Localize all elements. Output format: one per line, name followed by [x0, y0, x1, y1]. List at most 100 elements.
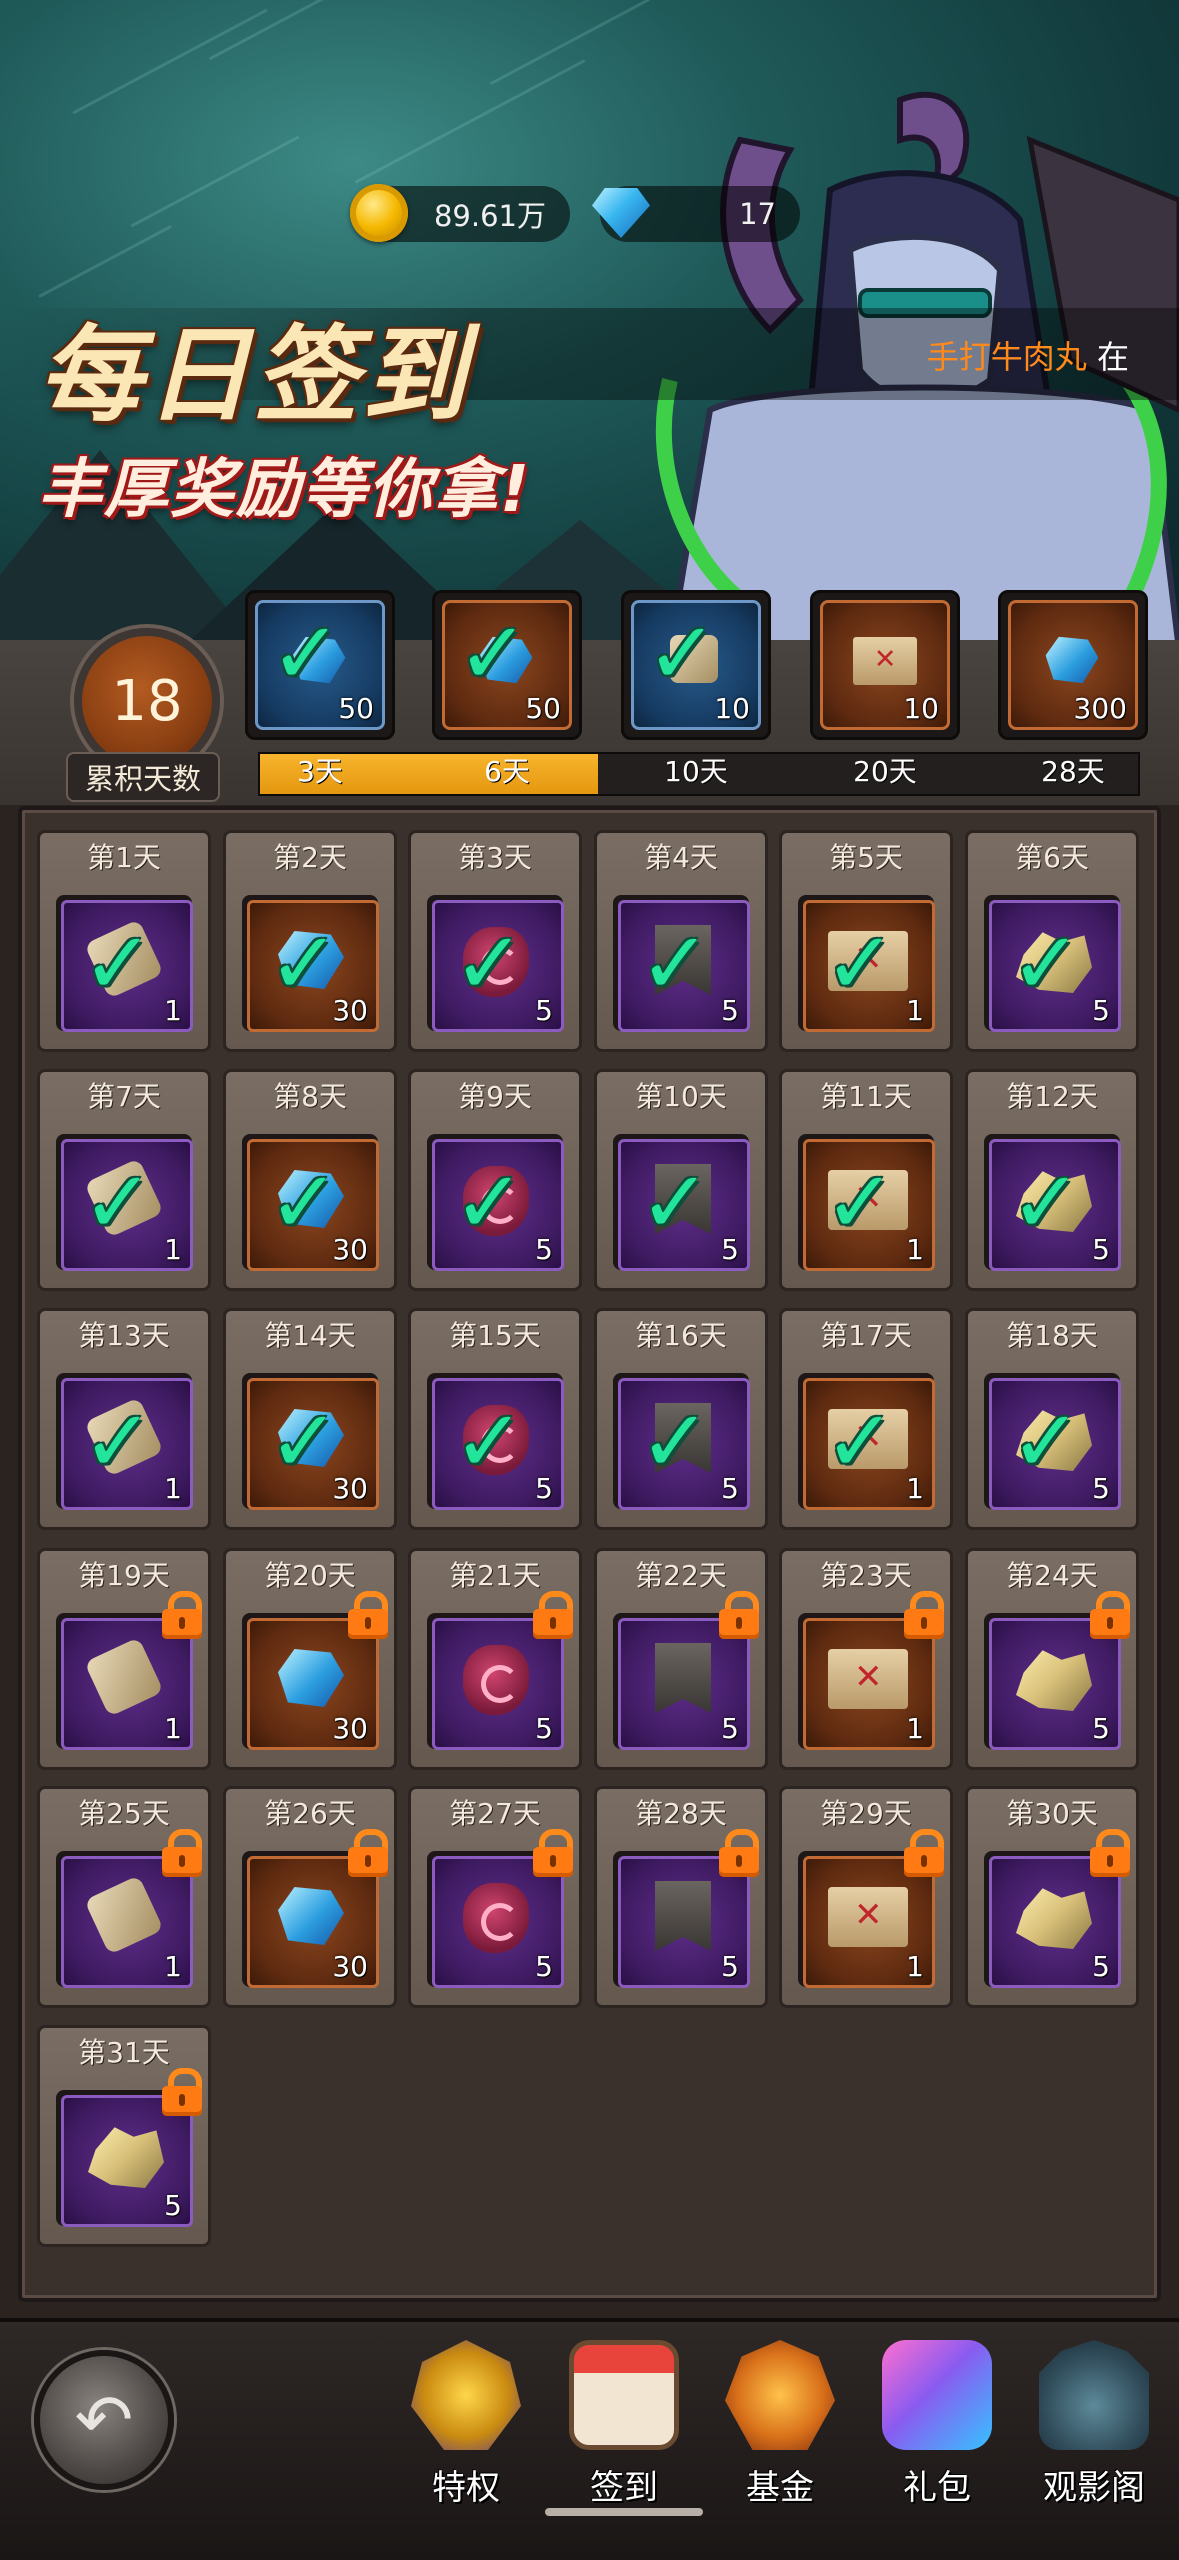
day-label: 第2天	[273, 841, 347, 874]
lock-icon	[902, 1829, 946, 1877]
reward-frame: ✓1	[803, 1139, 935, 1271]
claimed-check-icon: ✓	[453, 1392, 526, 1492]
reward-quantity: 5	[535, 1950, 553, 1983]
claimed-check-icon: ✓	[82, 1153, 155, 1253]
lock-icon	[902, 1591, 946, 1639]
page-title: 每日签到	[38, 314, 471, 436]
reward-quantity: 5	[721, 994, 739, 1027]
reward-slot: ✓1	[56, 1373, 193, 1510]
gem-amount: 17	[739, 197, 776, 231]
signin-day-card[interactable]: 第5天✓1	[779, 830, 953, 1052]
day-label: 第8天	[273, 1080, 347, 1113]
signin-day-card[interactable]: 第20天 30	[223, 1548, 397, 1770]
signin-day-card[interactable]: 第15天 ✓ 5	[408, 1308, 582, 1530]
milestone-frame: ✓ 10	[631, 600, 761, 730]
signin-day-card[interactable]: 第21天 5	[408, 1548, 582, 1770]
nav-tab[interactable]: 礼包	[862, 2340, 1012, 2520]
reward-slot: 5	[613, 1829, 759, 1988]
signin-day-card[interactable]: 第25天 1	[37, 1786, 211, 2008]
day-label: 第16天	[635, 1319, 727, 1352]
signin-day-card[interactable]: 第24天 5	[965, 1548, 1139, 1770]
signin-day-card[interactable]: 第23天1	[779, 1548, 953, 1770]
reward-quantity: 1	[906, 1712, 924, 1745]
signin-day-card[interactable]: 第10天 ✓ 5	[594, 1069, 768, 1291]
privilege-icon	[411, 2340, 521, 2450]
signin-day-card[interactable]: 第14天 ✓ 30	[223, 1308, 397, 1530]
gold-ore-icon	[1016, 1888, 1092, 1949]
milestone-quantity: 10	[903, 692, 939, 725]
reward-frame: ✓ 5	[618, 900, 750, 1032]
reward-quantity: 1	[906, 1472, 924, 1505]
signin-day-card[interactable]: 第9天 ✓ 5	[408, 1069, 582, 1291]
reward-slot: 1	[798, 1829, 944, 1988]
claimed-check-icon: ✓	[639, 914, 712, 1014]
milestone-days-label: 3天	[297, 755, 343, 788]
signin-day-card[interactable]: 第26天 30	[223, 1786, 397, 2008]
nav-tab[interactable]: 签到	[549, 2340, 699, 2520]
signin-day-card[interactable]: 第28天 5	[594, 1786, 768, 2008]
lock-icon	[160, 2068, 204, 2116]
reward-quantity: 1	[164, 1233, 182, 1266]
day-label: 第15天	[449, 1319, 541, 1352]
signin-day-card[interactable]: 第4天 ✓ 5	[594, 830, 768, 1052]
reward-quantity: 5	[535, 1233, 553, 1266]
nav-tab[interactable]: 基金	[705, 2340, 855, 2520]
signin-day-card[interactable]: 第7天 ✓ 1	[37, 1069, 211, 1291]
signin-day-card[interactable]: 第3天 ✓ 5	[408, 830, 582, 1052]
page-subtitle: 丰厚奖励等你拿!	[38, 453, 532, 527]
reward-quantity: 1	[906, 1233, 924, 1266]
lock-icon	[717, 1591, 761, 1639]
day-label: 第12天	[1006, 1080, 1098, 1113]
day-label: 第5天	[829, 841, 903, 874]
signin-day-card[interactable]: 第2天 ✓ 30	[223, 830, 397, 1052]
milestone-quantity: 300	[1073, 692, 1127, 725]
milestone-reward[interactable]: ✓ 10	[621, 590, 771, 740]
signin-day-card[interactable]: 第6天 ✓ 5	[965, 830, 1139, 1052]
lock-icon	[346, 1591, 390, 1639]
claimed-check-icon: ✓	[1010, 1392, 1083, 1492]
theater-icon	[1039, 2340, 1149, 2450]
signin-day-card[interactable]: 第30天 5	[965, 1786, 1139, 2008]
reward-quantity: 5	[1092, 1233, 1110, 1266]
notice-player-name: 手打牛肉丸	[926, 338, 1087, 376]
signin-day-card[interactable]: 第17天✓1	[779, 1308, 953, 1530]
milestone-reward[interactable]: 10	[810, 590, 960, 740]
reward-frame: ✓ 5	[432, 1139, 564, 1271]
reward-frame: ✓ 5	[432, 900, 564, 1032]
signin-day-card[interactable]: 第1天 ✓ 1	[37, 830, 211, 1052]
reward-quantity: 5	[535, 1472, 553, 1505]
reward-slot: ✓1	[56, 1134, 193, 1271]
back-button[interactable]: ↶	[34, 2350, 174, 2490]
signin-day-card[interactable]: 第13天 ✓ 1	[37, 1308, 211, 1530]
reward-slot: ✓ 30	[242, 895, 379, 1032]
day-label: 第14天	[264, 1319, 356, 1352]
signin-day-card[interactable]: 第29天1	[779, 1786, 953, 2008]
nav-tab[interactable]: 观影阁	[1019, 2340, 1169, 2520]
reward-slot: ✓1	[798, 1373, 935, 1510]
nav-tab[interactable]: 特权	[391, 2340, 541, 2520]
milestone-reward[interactable]: ✓ 50	[245, 590, 395, 740]
reward-quantity: 5	[1092, 994, 1110, 1027]
cumulative-days-label: 累积天数	[66, 752, 220, 802]
signin-day-card[interactable]: 第18天 ✓ 5	[965, 1308, 1139, 1530]
reward-quantity: 5	[1092, 1472, 1110, 1505]
signin-day-card[interactable]: 第27天 5	[408, 1786, 582, 2008]
day-label: 第7天	[87, 1080, 161, 1113]
signin-day-card[interactable]: 第11天✓1	[779, 1069, 953, 1291]
signin-day-card[interactable]: 第19天 1	[37, 1548, 211, 1770]
signin-day-card[interactable]: 第16天 ✓ 5	[594, 1308, 768, 1530]
gift-icon	[882, 2340, 992, 2450]
day-label: 第1天	[87, 841, 161, 874]
reward-frame: ✓1	[61, 1139, 193, 1271]
signin-day-card[interactable]: 第8天 ✓ 30	[223, 1069, 397, 1291]
signin-day-card[interactable]: 第12天 ✓ 5	[965, 1069, 1139, 1291]
milestone-reward[interactable]: 300	[998, 590, 1148, 740]
milestone-reward[interactable]: ✓ 50	[432, 590, 582, 740]
signin-day-card[interactable]: 第31天 5	[37, 2025, 211, 2247]
milestone-days-label: 28天	[1041, 755, 1105, 788]
reward-slot: 5	[984, 1829, 1130, 1988]
reward-slot: ✓1	[798, 1134, 935, 1271]
reward-slot: 30	[242, 1591, 388, 1750]
signin-day-card[interactable]: 第22天 5	[594, 1548, 768, 1770]
claimed-check-icon: ✓	[646, 604, 719, 704]
